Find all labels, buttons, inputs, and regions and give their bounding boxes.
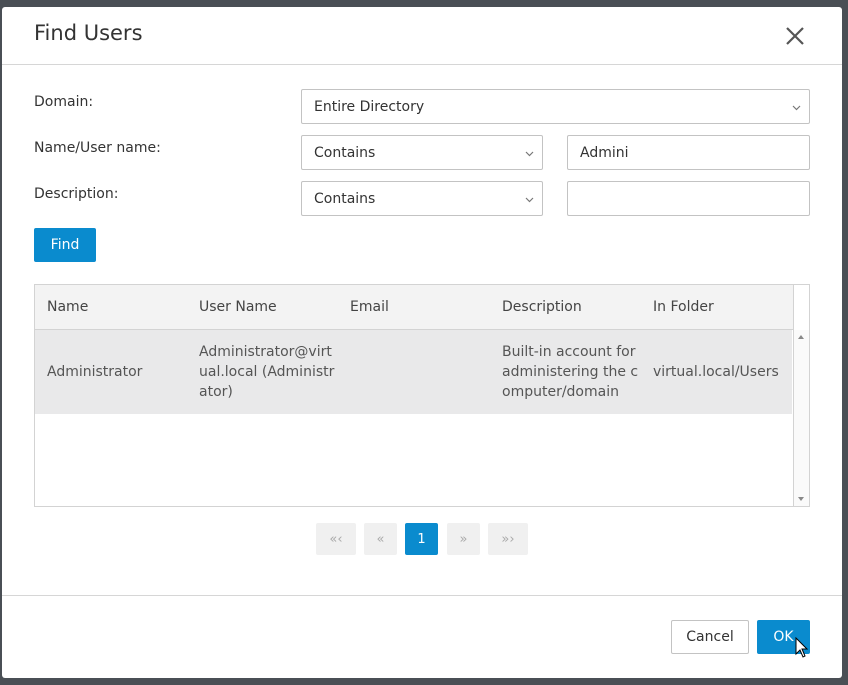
description-operator-select[interactable]: Contains [301, 181, 543, 216]
grid-header-corner [793, 285, 809, 330]
dialog-title: Find Users [34, 21, 143, 45]
pager-first-button[interactable]: «‹ [316, 523, 356, 555]
cell-description: Built-in account for administering the c… [502, 344, 639, 400]
pager-next-button[interactable]: » [447, 523, 480, 555]
column-header-description[interactable]: Description [502, 299, 582, 315]
domain-select-value: Entire Directory [314, 98, 425, 115]
scroll-up-icon[interactable] [798, 335, 804, 339]
close-icon[interactable] [782, 23, 808, 49]
grid-header: Name User Name Email Description In Fold… [35, 285, 809, 330]
cancel-button[interactable]: Cancel [671, 620, 749, 654]
pager-last-button[interactable]: »› [488, 523, 528, 555]
table-row[interactable]: Administrator Administrator@virt ual.loc… [35, 330, 792, 414]
chevron-down-icon [792, 105, 801, 111]
name-input[interactable]: Admini [567, 135, 810, 170]
pager-current-page[interactable]: 1 [405, 523, 438, 555]
description-input[interactable] [567, 181, 810, 216]
users-grid: Name User Name Email Description In Fold… [34, 284, 810, 507]
grid-scrollbar[interactable] [793, 330, 809, 506]
chevron-down-icon [525, 197, 534, 203]
description-label: Description: [34, 186, 119, 202]
cell-user-name: Administrator@virt ual.local (Administr … [199, 344, 335, 400]
column-header-name[interactable]: Name [47, 299, 88, 315]
pager-prev-button[interactable]: « [364, 523, 397, 555]
description-operator-value: Contains [314, 190, 376, 207]
chevron-down-icon [525, 151, 534, 157]
column-header-user-name[interactable]: User Name [199, 299, 277, 315]
column-header-email[interactable]: Email [350, 299, 389, 315]
find-users-dialog: Find Users Domain: Entire Directory Name… [2, 7, 842, 678]
cell-in-folder: virtual.local/Users [653, 364, 779, 380]
name-label: Name/User name: [34, 140, 161, 156]
domain-label: Domain: [34, 94, 94, 110]
dialog-header: Find Users [2, 7, 842, 65]
name-operator-value: Contains [314, 144, 376, 161]
column-header-in-folder[interactable]: In Folder [653, 299, 714, 315]
name-operator-select[interactable]: Contains [301, 135, 543, 170]
name-input-value: Admini [580, 144, 629, 161]
footer-divider [2, 595, 842, 596]
scroll-down-icon[interactable] [798, 497, 804, 501]
find-button[interactable]: Find [34, 228, 96, 262]
cell-name: Administrator [47, 364, 143, 380]
domain-select[interactable]: Entire Directory [301, 89, 810, 124]
mouse-pointer-icon [795, 637, 809, 658]
